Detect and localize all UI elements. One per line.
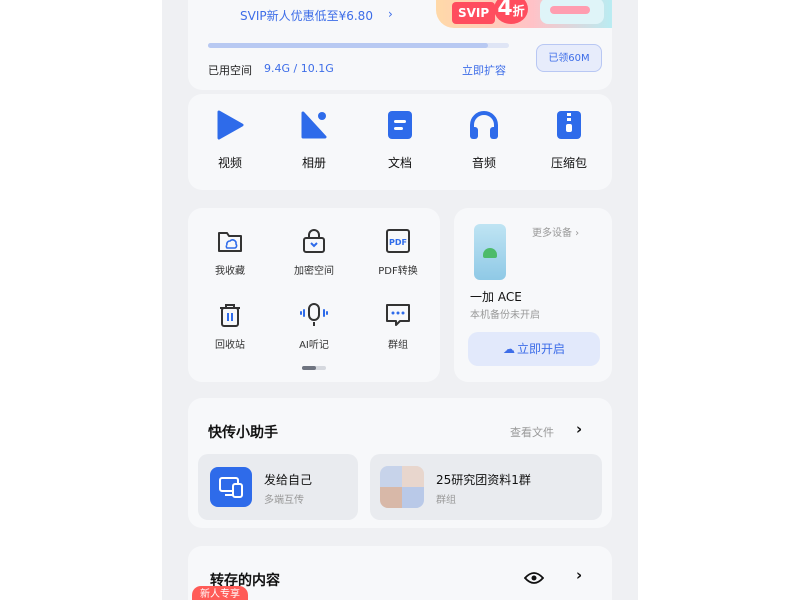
tool-label: 我收藏 (215, 266, 245, 277)
svg-text:PDF: PDF (389, 238, 407, 247)
zip-icon (557, 111, 581, 139)
svip-promo-link[interactable]: SVIP新人优惠低至¥6.80 (240, 7, 373, 24)
used-space-value: 9.4G / 10.1G (264, 62, 334, 75)
device-name: 一加 ACE (470, 290, 522, 304)
expand-storage-link[interactable]: 立即扩容 (462, 62, 506, 78)
category-audio[interactable]: 音频 (449, 110, 519, 171)
category-label: 视频 (217, 156, 242, 170)
svip-banner[interactable]: SVIP 4折 (436, 0, 612, 28)
image-icon (301, 111, 327, 139)
trash-icon (220, 304, 240, 327)
quick-transfer-item-sub: 群组 (436, 495, 456, 506)
tool-label: AI听记 (299, 340, 329, 351)
document-icon (388, 111, 412, 139)
tool-encrypted-space[interactable]: 加密空间 (272, 228, 356, 277)
group-chat-item[interactable]: 25研究团资料1群 群组 (370, 454, 602, 520)
chevron-right-icon[interactable]: › (576, 566, 582, 584)
banner-illustration (540, 0, 604, 24)
category-label: 文档 (387, 156, 412, 170)
quick-transfer-item-sub: 多端互传 (264, 495, 304, 506)
device-backup-card: 更多设备 › 一加 ACE 本机备份未开启 ☁ 立即开启 (454, 208, 612, 382)
discount-unit: 折 (512, 4, 525, 18)
group-thumbnails (380, 466, 424, 508)
backup-status: 本机备份未开启 (470, 310, 540, 321)
pdf-icon: PDF (386, 229, 410, 253)
cloud-icon: ☁ (502, 342, 515, 356)
category-album[interactable]: 相册 (279, 110, 349, 171)
page-indicator (302, 366, 326, 370)
category-docs[interactable]: 文档 (365, 110, 435, 171)
view-files-link[interactable]: 查看文件 (510, 424, 554, 440)
svip-tag: SVIP (452, 2, 496, 24)
more-devices-link[interactable]: 更多设备 › (532, 224, 579, 239)
tool-ai-notes[interactable]: AI听记 (272, 302, 356, 351)
send-to-self-item[interactable]: 发给自己 多端互传 (198, 454, 358, 520)
play-icon (217, 110, 244, 140)
category-bar: 视频 相册 文档 音频 压缩包 (188, 94, 612, 190)
tool-favorites[interactable]: 我收藏 (188, 228, 272, 277)
newbie-badge[interactable]: 新人专享 (192, 586, 248, 600)
chevron-right-icon[interactable]: › (576, 420, 582, 438)
headphones-icon (470, 111, 498, 139)
tool-pdf-convert[interactable]: PDF PDF转换 (356, 228, 440, 277)
quick-transfer-item-name: 25研究团资料1群 (436, 473, 531, 487)
lock-folder-icon (303, 229, 325, 253)
tool-label: 群组 (388, 340, 408, 351)
tool-label: 回收站 (215, 340, 245, 351)
tools-grid: 我收藏 加密空间 PDF PDF转换 回收站 AI听记 群组 (188, 208, 440, 382)
category-zip[interactable]: 压缩包 (534, 110, 604, 171)
chat-icon (386, 304, 410, 326)
quick-transfer-title: 快传小助手 (208, 425, 278, 441)
chevron-right-icon: › (388, 7, 393, 21)
folder-star-icon (218, 232, 242, 252)
category-video[interactable]: 视频 (195, 110, 265, 171)
tool-label: PDF转换 (378, 266, 418, 277)
phone-screen: SVIP新人优惠低至¥6.80 › SVIP 4折 已用空间 9.4G / 10… (162, 0, 638, 600)
phone-device-icon (474, 224, 506, 280)
monitor-phone-icon (210, 467, 252, 507)
tool-groups[interactable]: 群组 (356, 302, 440, 351)
right-backdrop (638, 0, 800, 600)
storage-progress-bar (208, 43, 509, 48)
tool-recycle-bin[interactable]: 回收站 (188, 302, 272, 351)
left-backdrop (0, 0, 162, 600)
microphone-icon (300, 303, 328, 326)
discount-badge: 4折 (494, 0, 528, 24)
eye-icon[interactable] (523, 570, 545, 589)
category-label: 压缩包 (550, 156, 587, 170)
claimed-space-button[interactable]: 已领60M (536, 44, 602, 72)
storage-card: SVIP新人优惠低至¥6.80 › SVIP 4折 已用空间 9.4G / 10… (188, 0, 612, 90)
enable-backup-label: 立即开启 (516, 342, 565, 356)
enable-backup-button[interactable]: ☁ 立即开启 (468, 332, 600, 366)
storage-progress-fill (208, 43, 488, 48)
quick-transfer-card: 快传小助手 查看文件 › 发给自己 多端互传 25研究团资料1群 群组 (188, 398, 612, 528)
category-label: 相册 (301, 156, 326, 170)
saved-content-card: 转存的内容 › (188, 546, 612, 600)
quick-transfer-item-name: 发给自己 (264, 473, 313, 487)
used-space-label: 已用空间 (208, 64, 252, 77)
discount-number: 4 (497, 0, 513, 21)
category-label: 音频 (471, 156, 496, 170)
tool-label: 加密空间 (294, 266, 334, 277)
